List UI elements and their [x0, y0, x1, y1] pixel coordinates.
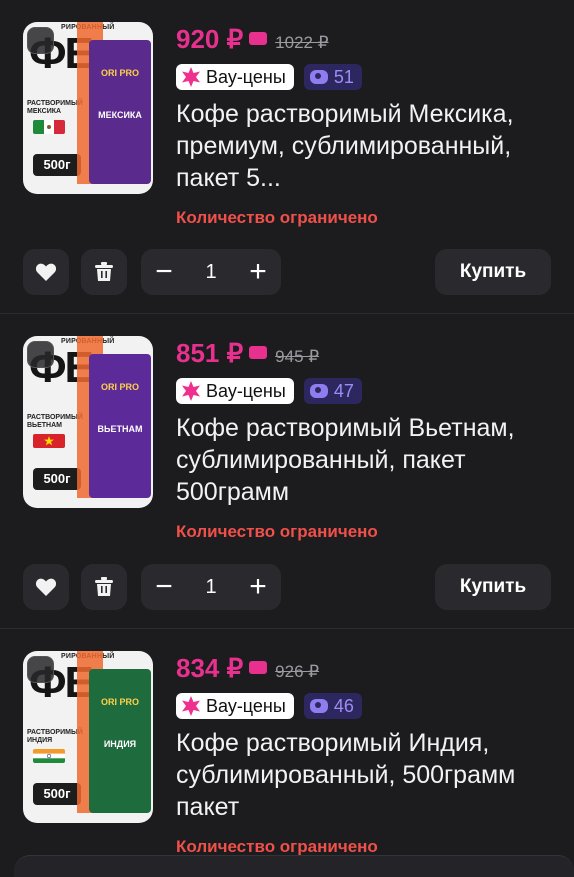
coffee-pack: ORI PRO ИНДИЯ — [89, 669, 151, 813]
pack-logo: ORI PRO — [100, 68, 139, 78]
count-badge: 46 — [303, 693, 362, 719]
old-price: 926 ₽ — [275, 662, 320, 681]
image-country-label: РАСТВОРИМЫЙ ВЬЕТНАМ — [27, 414, 83, 429]
count-badge: 51 — [303, 64, 362, 90]
sale-badge-label: Вау-цены — [206, 695, 286, 716]
badges-row: Вау-цены 51 — [176, 64, 362, 90]
quantity-stepper: − 1 + — [141, 564, 281, 610]
wallet-icon — [249, 346, 268, 359]
wallet-icon — [249, 32, 268, 45]
price-row: 834 ₽ 926 ₽ — [176, 653, 319, 687]
product-controls: − 1 + Купить — [23, 249, 551, 295]
eye-icon — [309, 70, 328, 84]
wallet-icon — [249, 661, 268, 674]
badges-row: Вау-цены 46 — [176, 693, 362, 719]
product-title[interactable]: Кофе растворимый Индия, сублимированный,… — [176, 727, 556, 823]
select-checkbox[interactable] — [27, 656, 54, 683]
select-checkbox[interactable] — [27, 341, 54, 368]
product-card: РИРОВАННЫЙ ФЕ РАСТВОРИМЫЙ ИНДИЯ 500г ORI… — [0, 629, 574, 877]
pack-name: ИНДИЯ — [103, 739, 137, 749]
mexico-flag-icon — [33, 120, 65, 134]
product-controls: − 1 + Купить — [23, 564, 551, 610]
decrease-button[interactable]: − — [141, 564, 187, 610]
increase-button[interactable]: + — [235, 249, 281, 295]
count-badge-value: 51 — [333, 66, 354, 87]
sale-badge[interactable]: Вау-цены — [176, 693, 294, 719]
buy-button[interactable]: Купить — [435, 249, 551, 295]
pack-logo: ORI PRO — [100, 382, 139, 392]
quantity-value: 1 — [205, 576, 217, 598]
coffee-pack: ORI PRO ВЬЕТНАМ — [89, 354, 151, 498]
product-title[interactable]: Кофе растворимый Мексика, премиум, субли… — [176, 98, 556, 194]
trash-icon — [95, 577, 113, 596]
old-price: 1022 ₽ — [275, 33, 329, 52]
eye-icon — [309, 384, 328, 398]
count-badge-value: 46 — [333, 695, 354, 716]
old-price: 945 ₽ — [275, 347, 320, 366]
product-card: РИРОВАННЫЙ ФЕ РАСТВОРИМЫЙ ВЬЕТНАМ 500г O… — [0, 314, 574, 628]
eye-icon — [309, 699, 328, 713]
bottom-panel — [14, 855, 574, 877]
image-weight-badge: 500г — [33, 468, 81, 490]
select-checkbox[interactable] — [27, 27, 54, 54]
image-weight-badge: 500г — [33, 783, 81, 805]
badges-row: Вау-цены 47 — [176, 378, 362, 404]
price-row: 920 ₽ 1022 ₽ — [176, 24, 329, 58]
image-country-label: РАСТВОРИМЫЙ ИНДИЯ — [27, 729, 83, 744]
image-weight-badge: 500г — [33, 154, 81, 176]
trash-icon — [95, 262, 113, 281]
sale-badge[interactable]: Вау-цены — [176, 378, 294, 404]
vietnam-flag-icon — [33, 434, 65, 448]
limited-quantity-label: Количество ограничено — [176, 522, 378, 541]
star-burst-icon — [182, 381, 200, 401]
quantity-stepper: − 1 + — [141, 249, 281, 295]
current-price: 834 ₽ — [176, 653, 244, 683]
price-row: 851 ₽ 945 ₽ — [176, 338, 319, 372]
product-image[interactable]: РИРОВАННЫЙ ФЕ РАСТВОРИМЫЙ ВЬЕТНАМ 500г O… — [23, 336, 153, 508]
limited-quantity-label: Количество ограничено — [176, 208, 378, 227]
count-badge: 47 — [303, 378, 362, 404]
sale-badge-label: Вау-цены — [206, 66, 286, 87]
star-burst-icon — [182, 67, 200, 87]
pack-name: ВЬЕТНАМ — [97, 424, 143, 434]
heart-icon — [35, 263, 57, 281]
limited-quantity-label: Количество ограничено — [176, 837, 378, 856]
image-country-label: РАСТВОРИМЫЙ МЕКСИКА — [27, 100, 83, 115]
delete-button[interactable] — [81, 249, 127, 295]
product-card: РИРОВАННЫЙ ФЕ РАСТВОРИМЫЙ МЕКСИКА 500г O… — [0, 0, 574, 313]
product-image[interactable]: РИРОВАННЫЙ ФЕ РАСТВОРИМЫЙ МЕКСИКА 500г O… — [23, 22, 153, 194]
product-title[interactable]: Кофе растворимый Вьетнам, сублимированны… — [176, 412, 556, 508]
sale-badge[interactable]: Вау-цены — [176, 64, 294, 90]
heart-icon — [35, 578, 57, 596]
coffee-pack: ORI PRO МЕКСИКА — [89, 40, 151, 184]
pack-name: МЕКСИКА — [98, 110, 142, 120]
buy-button[interactable]: Купить — [435, 564, 551, 610]
pack-logo: ORI PRO — [100, 697, 139, 707]
like-button[interactable] — [23, 564, 69, 610]
like-button[interactable] — [23, 249, 69, 295]
star-burst-icon — [182, 696, 200, 716]
sale-badge-label: Вау-цены — [206, 380, 286, 401]
india-flag-icon — [33, 749, 65, 763]
current-price: 920 ₽ — [176, 24, 244, 54]
count-badge-value: 47 — [333, 380, 354, 401]
quantity-value: 1 — [205, 261, 217, 283]
product-image[interactable]: РИРОВАННЫЙ ФЕ РАСТВОРИМЫЙ ИНДИЯ 500г ORI… — [23, 651, 153, 823]
increase-button[interactable]: + — [235, 564, 281, 610]
current-price: 851 ₽ — [176, 338, 244, 368]
delete-button[interactable] — [81, 564, 127, 610]
decrease-button[interactable]: − — [141, 249, 187, 295]
